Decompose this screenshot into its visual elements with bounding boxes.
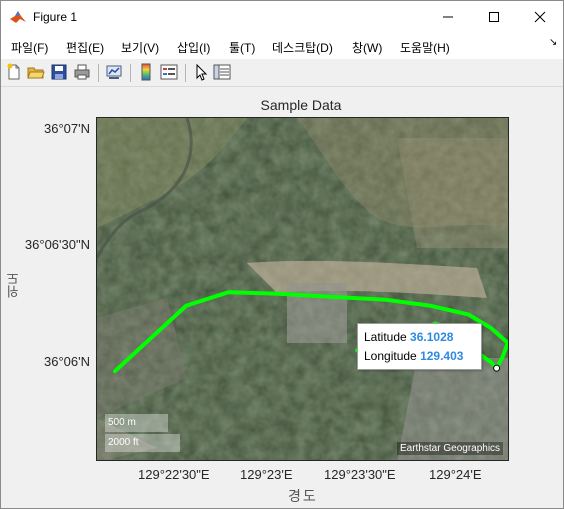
datatip-latitude-row: Latitude 36.1028 bbox=[364, 328, 475, 347]
y-tick-label: 36°07'N bbox=[44, 121, 90, 136]
property-inspector-icon[interactable] bbox=[213, 63, 231, 81]
new-figure-icon[interactable] bbox=[5, 63, 23, 81]
maximize-button[interactable] bbox=[471, 1, 517, 33]
menu-insert[interactable]: 삽입(I) bbox=[177, 39, 210, 56]
basemap-attribution: Earthstar Geographics bbox=[397, 442, 504, 455]
minimize-button[interactable] bbox=[425, 1, 471, 33]
datatip-marker[interactable] bbox=[493, 364, 501, 372]
menu-edit[interactable]: 편집(E) bbox=[66, 39, 104, 56]
menu-view[interactable]: 보기(V) bbox=[121, 39, 159, 56]
y-tick-label: 36°06'N bbox=[44, 354, 90, 369]
y-axis-label: 위도 bbox=[6, 272, 21, 298]
title-bar[interactable]: Figure 1 bbox=[1, 1, 563, 33]
datatip-lon-label: Longitude bbox=[364, 349, 417, 363]
save-icon[interactable] bbox=[50, 63, 68, 81]
toolbar-separator bbox=[130, 64, 131, 82]
colorbar-icon[interactable] bbox=[137, 63, 155, 81]
scalebar-metric: 500 m bbox=[105, 414, 168, 432]
close-button[interactable] bbox=[517, 1, 563, 33]
x-axis-label: 경도 bbox=[288, 488, 318, 504]
toolbar-separator bbox=[98, 64, 99, 82]
menu-window[interactable]: 창(W) bbox=[352, 39, 382, 56]
menu-file[interactable]: 파일(F) bbox=[11, 39, 48, 56]
geo-axes[interactable]: 500 m 2000 ft bbox=[96, 117, 509, 461]
datatip-lat-value: 36.1028 bbox=[410, 330, 454, 344]
menu-desktop[interactable]: 데스크탑(D) bbox=[272, 39, 333, 56]
link-plot-icon[interactable] bbox=[105, 63, 123, 81]
pointer-icon[interactable] bbox=[192, 63, 210, 81]
close-icon bbox=[534, 11, 546, 23]
x-tick-label: 129°24'E bbox=[429, 467, 482, 482]
print-icon[interactable] bbox=[73, 63, 91, 81]
maximize-icon bbox=[489, 12, 499, 22]
menu-expand-icon[interactable]: ↘ bbox=[549, 37, 557, 48]
datatip-lat-label: Latitude bbox=[364, 330, 407, 344]
datatip-lon-value: 129.403 bbox=[420, 349, 464, 363]
scalebar-imperial: 2000 ft bbox=[105, 434, 180, 452]
legend-icon[interactable] bbox=[160, 63, 178, 81]
x-tick-label: 129°23'E bbox=[240, 467, 293, 482]
toolbar bbox=[1, 59, 563, 87]
datatip[interactable]: Latitude 36.1028 Longitude 129.403 bbox=[357, 323, 482, 370]
window-title: Figure 1 bbox=[33, 10, 78, 24]
x-tick-label: 129°23'30"E bbox=[324, 467, 396, 482]
menu-tools[interactable]: 툴(T) bbox=[229, 39, 255, 56]
menu-bar: 파일(F) 편집(E) 보기(V) 삽입(I) 툴(T) 데스크탑(D) 창(W… bbox=[1, 33, 563, 59]
plot-title: Sample Data bbox=[260, 97, 342, 113]
matlab-icon bbox=[10, 11, 26, 23]
x-tick-label: 129°22'30"E bbox=[138, 467, 210, 482]
y-tick-label: 36°06'30"N bbox=[24, 237, 90, 252]
datatip-longitude-row: Longitude 129.403 bbox=[364, 347, 475, 366]
toolbar-separator bbox=[185, 64, 186, 82]
minimize-icon bbox=[443, 16, 453, 18]
track-layer bbox=[112, 290, 508, 374]
open-file-icon[interactable] bbox=[27, 63, 45, 81]
menu-help[interactable]: 도움말(H) bbox=[400, 39, 450, 56]
